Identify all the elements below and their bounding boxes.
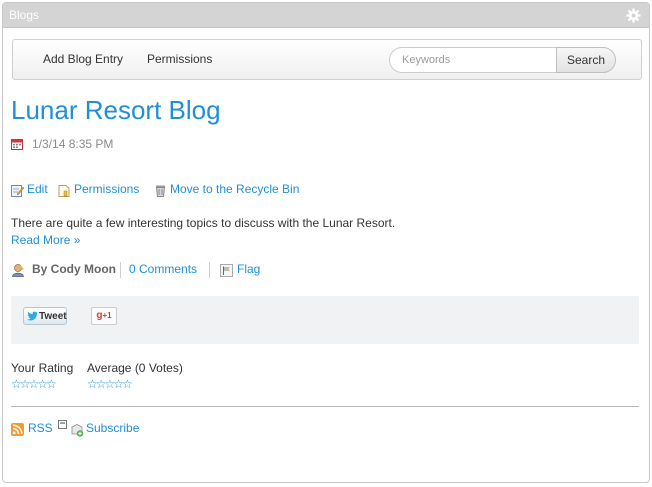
recycle-bin-icon xyxy=(155,185,166,197)
tweet-label: Tweet xyxy=(39,311,67,322)
your-rating-label: Your Rating xyxy=(11,361,74,375)
read-more-link[interactable]: Read More » xyxy=(11,233,80,247)
entry-date: 1/3/14 8:35 PM xyxy=(32,137,114,151)
entry-body: There are quite a few interesting topics… xyxy=(11,216,396,230)
blog-entry-title[interactable]: Lunar Resort Blog xyxy=(11,95,221,126)
meta-divider xyxy=(209,262,210,278)
comments-link[interactable]: 0 Comments xyxy=(129,262,197,276)
subscribe-icon xyxy=(71,424,84,437)
move-to-recycle-bin-label: Move to the Recycle Bin xyxy=(170,182,300,196)
calendar-icon xyxy=(11,139,23,150)
google-plus-button[interactable]: g+1 xyxy=(91,307,117,325)
average-rating-label: Average (0 Votes) xyxy=(87,361,183,375)
entry-author: By Cody Moon xyxy=(32,262,116,276)
tweet-button[interactable]: Tweet xyxy=(23,307,67,325)
permissions-label: Permissions xyxy=(74,182,140,196)
edit-label: Edit xyxy=(27,182,48,196)
permissions-icon xyxy=(58,185,70,197)
subscribe-link[interactable]: Subscribe xyxy=(86,421,139,435)
blog-navbar: Add Blog Entry Permissions Search xyxy=(12,39,642,80)
portlet-title-bar: Blogs xyxy=(3,3,649,28)
social-share-bar: Tweet g+1 xyxy=(11,296,639,344)
add-blog-entry-link[interactable]: Add Blog Entry xyxy=(43,52,123,66)
your-rating-stars[interactable]: ☆☆☆☆☆ xyxy=(11,377,57,391)
gear-icon[interactable] xyxy=(626,8,641,23)
flag-link[interactable]: Flag xyxy=(237,262,260,276)
google-plus-label: +1 xyxy=(102,311,112,320)
search-button[interactable]: Search xyxy=(556,47,616,73)
twitter-bird-icon xyxy=(27,311,38,321)
permissions-nav-link[interactable]: Permissions xyxy=(147,52,212,66)
blogs-portlet: Blogs Add Blog Entry Permissions Search xyxy=(2,2,650,483)
meta-divider xyxy=(120,262,121,278)
rss-icon[interactable] xyxy=(11,423,24,436)
edit-icon xyxy=(11,185,24,197)
author-icon xyxy=(12,264,24,277)
flag-icon[interactable] xyxy=(220,264,233,277)
average-rating-stars: ☆☆☆☆☆ xyxy=(87,377,133,391)
section-divider xyxy=(11,406,639,407)
external-link-icon xyxy=(58,420,67,429)
portlet-title: Blogs xyxy=(9,8,40,22)
keywords-search-input[interactable] xyxy=(389,47,557,73)
rss-link[interactable]: RSS xyxy=(28,421,53,435)
